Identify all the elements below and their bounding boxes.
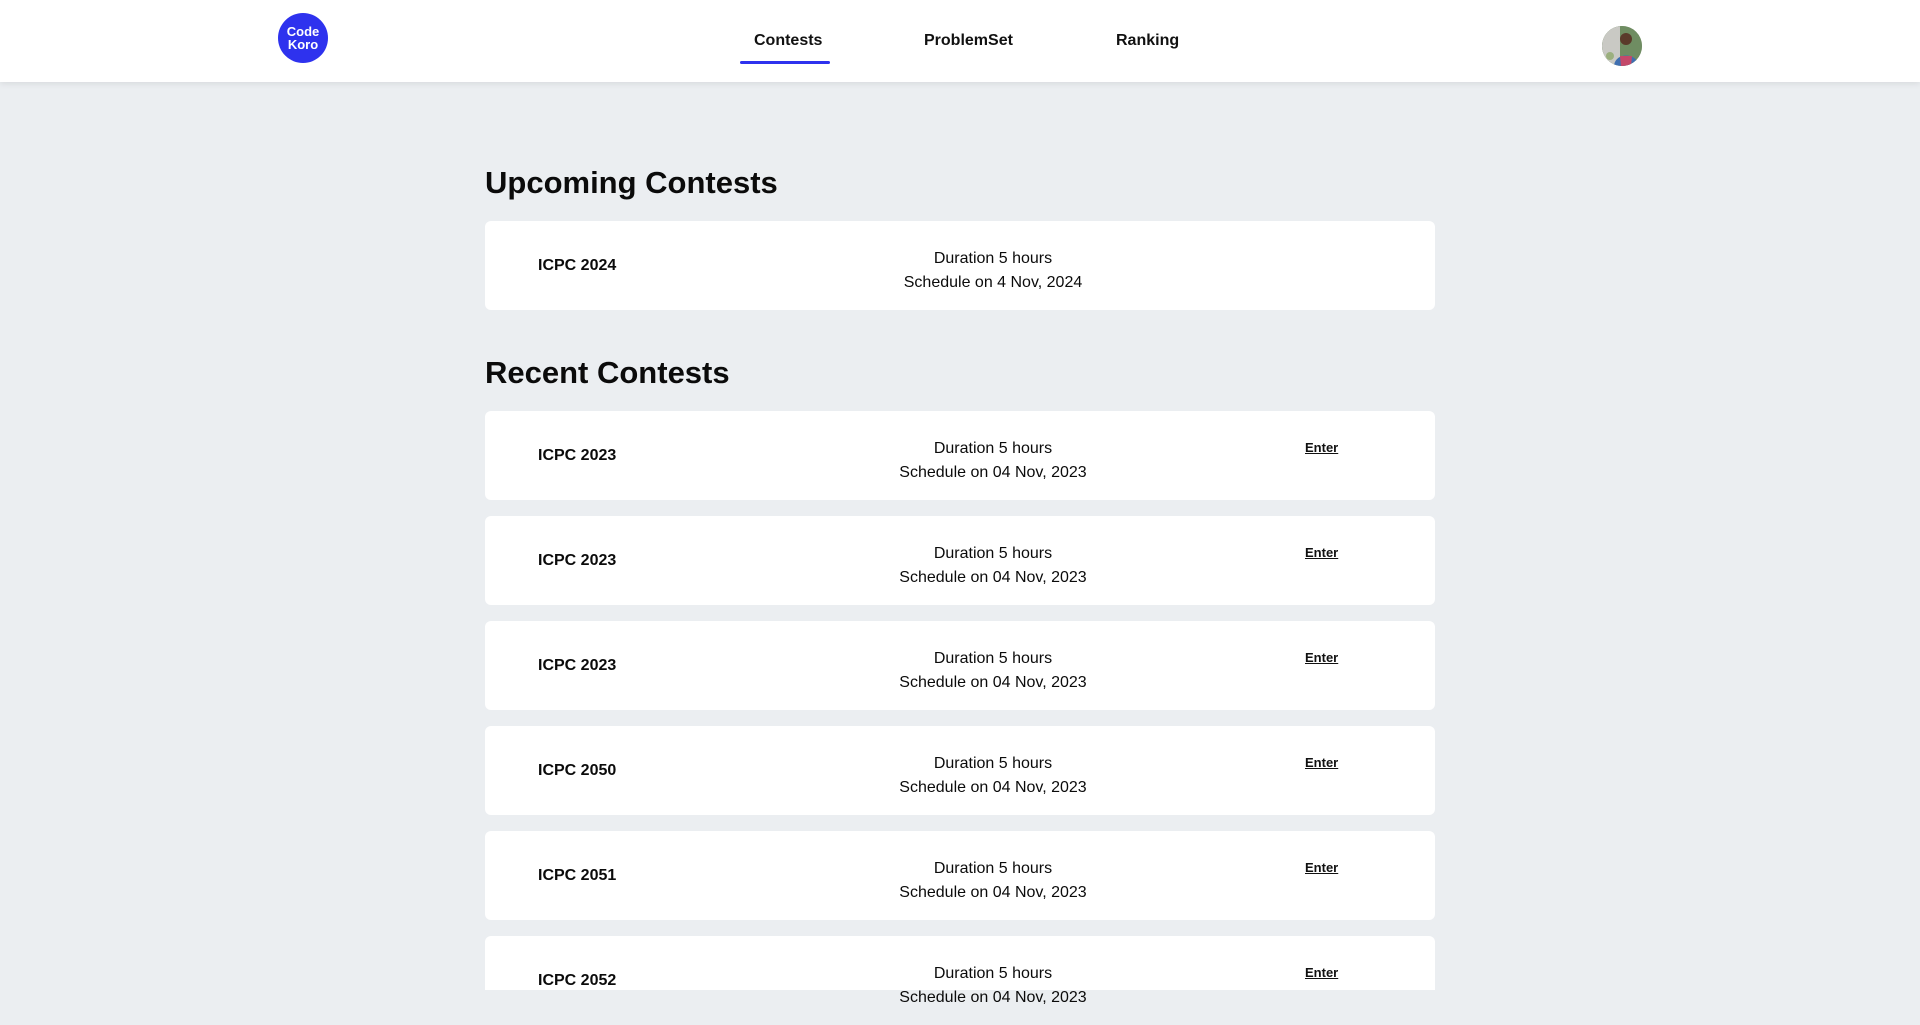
upcoming-contests-heading: Upcoming Contests <box>485 165 778 200</box>
contest-name: ICPC 2051 <box>538 866 617 884</box>
contest-info: Duration 5 hours Schedule on 04 Nov, 202… <box>845 437 1141 485</box>
recent-contest-card: ICPC 2050 Duration 5 hours Schedule on 0… <box>485 726 1435 815</box>
contest-duration: Duration 5 hours <box>933 755 1053 772</box>
contest-info: Duration 5 hours Schedule on 04 Nov, 202… <box>845 542 1141 590</box>
recent-contest-card: ICPC 2052 Duration 5 hours Schedule on 0… <box>485 936 1435 1006</box>
contest-info: Duration 5 hours Schedule on 04 Nov, 202… <box>845 752 1141 800</box>
user-avatar[interactable] <box>1602 26 1642 66</box>
contest-name: ICPC 2023 <box>538 656 617 674</box>
contest-name: ICPC 2023 <box>538 551 617 569</box>
nav-contests[interactable]: Contests <box>754 32 822 50</box>
enter-contest-link[interactable]: Enter <box>1305 650 1338 665</box>
contest-duration: Duration 5 hours <box>933 650 1053 667</box>
enter-contest-link[interactable]: Enter <box>1305 965 1338 980</box>
contest-duration: Duration 5 hours <box>933 440 1053 457</box>
enter-contest-link[interactable]: Enter <box>1305 860 1338 875</box>
recent-contest-card: ICPC 2051 Duration 5 hours Schedule on 0… <box>485 831 1435 920</box>
recent-contests-heading: Recent Contests <box>485 355 730 390</box>
nav-problemset[interactable]: ProblemSet <box>924 32 1013 50</box>
contest-duration: Duration 5 hours <box>933 860 1053 877</box>
top-navbar: Code Koro Contests ProblemSet Ranking <box>0 0 1920 82</box>
recent-contest-card: ICPC 2023 Duration 5 hours Schedule on 0… <box>485 621 1435 710</box>
contest-schedule: Schedule on 4 Nov, 2024 <box>903 274 1083 291</box>
active-tab-indicator <box>740 61 830 64</box>
contest-info: Duration 5 hours Schedule on 4 Nov, 2024 <box>845 247 1141 295</box>
contest-schedule: Schedule on 04 Nov, 2023 <box>899 569 1087 586</box>
recent-contest-card: ICPC 2023 Duration 5 hours Schedule on 0… <box>485 516 1435 605</box>
contest-schedule: Schedule on 04 Nov, 2023 <box>899 674 1087 691</box>
contest-info: Duration 5 hours Schedule on 04 Nov, 202… <box>845 962 1141 1010</box>
contest-duration: Duration 5 hours <box>933 545 1053 562</box>
user-avatar-icon <box>1602 26 1642 66</box>
nav-ranking[interactable]: Ranking <box>1116 32 1179 50</box>
enter-contest-link[interactable]: Enter <box>1305 755 1338 770</box>
contest-schedule: Schedule on 04 Nov, 2023 <box>899 884 1087 901</box>
contest-info: Duration 5 hours Schedule on 04 Nov, 202… <box>845 647 1141 695</box>
contest-duration: Duration 5 hours <box>933 965 1053 982</box>
contest-schedule: Schedule on 04 Nov, 2023 <box>899 779 1087 796</box>
contest-info: Duration 5 hours Schedule on 04 Nov, 202… <box>845 857 1141 905</box>
code-koro-logo[interactable]: Code Koro <box>278 13 328 63</box>
recent-contest-card: ICPC 2023 Duration 5 hours Schedule on 0… <box>485 411 1435 500</box>
contest-name: ICPC 2052 <box>538 971 617 989</box>
contest-name: ICPC 2050 <box>538 761 617 779</box>
enter-contest-link[interactable]: Enter <box>1305 440 1338 455</box>
contest-schedule: Schedule on 04 Nov, 2023 <box>899 464 1087 481</box>
upcoming-contest-card: ICPC 2024 Duration 5 hours Schedule on 4… <box>485 221 1435 310</box>
contest-name: ICPC 2023 <box>538 446 617 464</box>
enter-contest-link[interactable]: Enter <box>1305 545 1338 560</box>
contest-name: ICPC 2024 <box>538 256 617 274</box>
contest-duration: Duration 5 hours <box>933 250 1053 267</box>
logo-line-2: Koro <box>287 37 319 52</box>
